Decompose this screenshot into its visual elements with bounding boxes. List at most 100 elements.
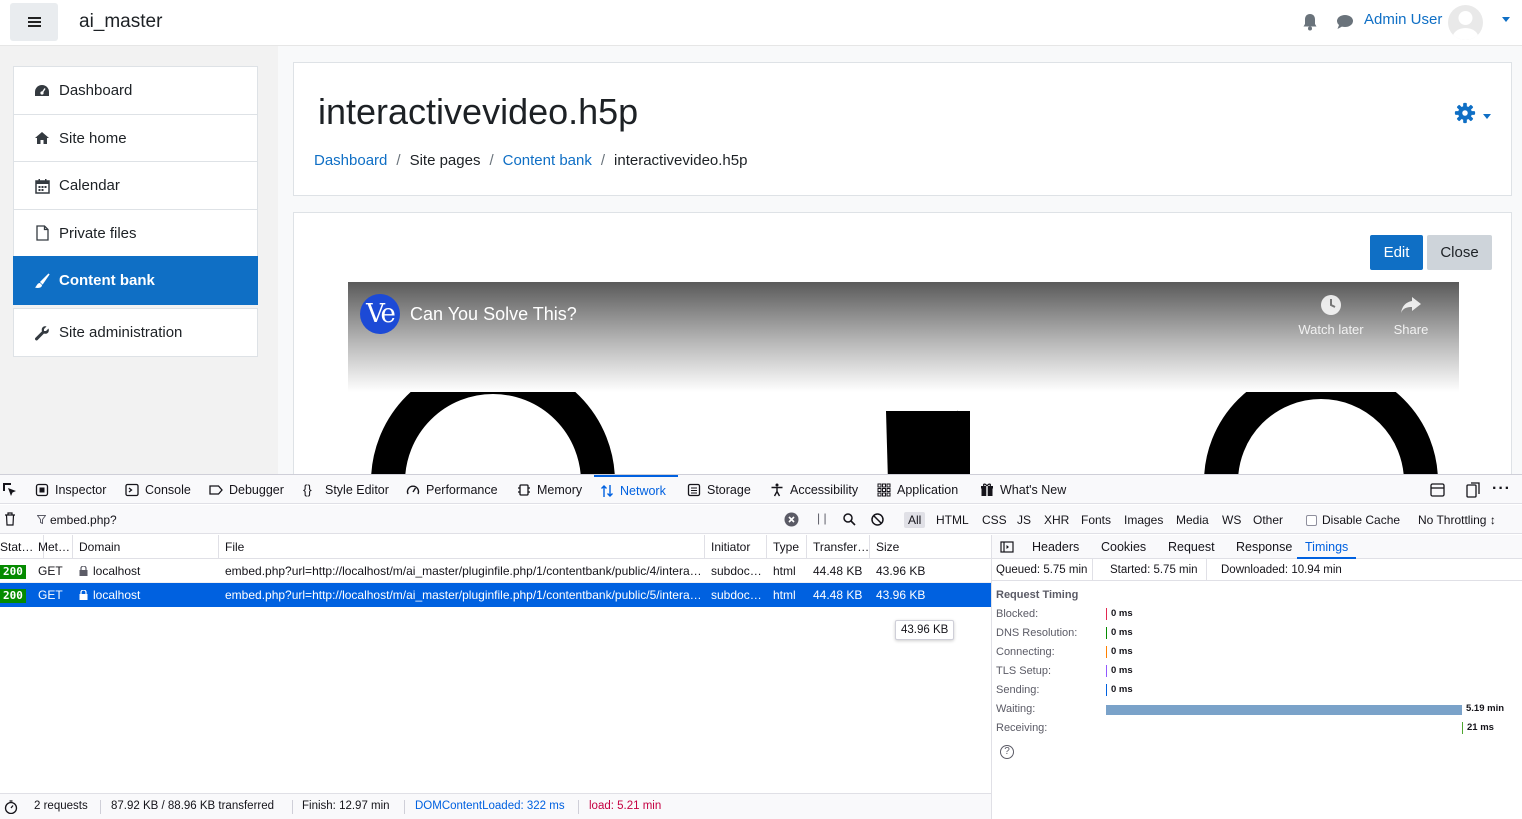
type-filter-ws[interactable]: WS [1218, 512, 1245, 528]
avatar[interactable] [1448, 5, 1483, 40]
tab-timings[interactable]: Timings [1297, 535, 1357, 559]
disable-cache-checkbox[interactable]: Disable Cache [1306, 513, 1400, 527]
lock-icon [79, 566, 88, 576]
search-icon[interactable] [843, 513, 856, 526]
type-filter-html[interactable]: HTML [932, 512, 973, 528]
type-filter-xhr[interactable]: XHR [1040, 512, 1073, 528]
devtools-tab-storage[interactable]: Storage [687, 475, 751, 504]
pause-icon[interactable]: | | [817, 511, 827, 525]
devtools-tab-style-editor[interactable]: {} Style Editor [303, 475, 389, 504]
method-cell: GET [38, 564, 63, 578]
timing-label: Connecting: [996, 646, 1055, 658]
status-cell: 200 [0, 583, 32, 607]
devtools-tab-debugger[interactable]: Debugger [209, 475, 284, 504]
tab-response[interactable]: Response [1236, 535, 1292, 559]
chevron-down-icon[interactable] [1502, 17, 1510, 22]
nav-item-dashboard[interactable]: Dashboard [13, 66, 258, 115]
chevron-down-icon[interactable] [1483, 114, 1491, 119]
table-row[interactable]: 200 GET localhost embed.php?url=http://l… [0, 583, 991, 607]
nav-item-site-administration[interactable]: Site administration [13, 308, 258, 357]
video-player[interactable]: Ve Can You Solve This? Watch later Share [348, 282, 1459, 474]
devtools-tab-network[interactable]: Network [594, 475, 678, 504]
braces-icon: {} [303, 481, 312, 497]
throttling-select[interactable]: No Throttling ↕ [1418, 513, 1496, 527]
nav-item-private-files[interactable]: Private files [13, 209, 258, 257]
channel-avatar[interactable]: Ve [360, 294, 400, 334]
column-domain[interactable]: Domain [73, 535, 219, 559]
type-filter-all[interactable]: All [904, 512, 926, 528]
share-button[interactable]: Share [1386, 294, 1436, 337]
column-file[interactable]: File [219, 535, 705, 559]
devtools-tab-whats-new[interactable]: What's New [980, 475, 1066, 504]
timing-bar [1106, 705, 1462, 715]
type-filter-fonts[interactable]: Fonts [1077, 512, 1115, 528]
column-size[interactable]: Size [870, 535, 991, 559]
tab-headers[interactable]: Headers [1032, 535, 1079, 559]
type-filter-js[interactable]: JS [1013, 512, 1035, 528]
column-type[interactable]: Type [767, 535, 807, 559]
message-icon[interactable] [1336, 14, 1354, 30]
timing-label: Sending: [996, 684, 1040, 696]
gift-icon [981, 483, 993, 496]
divider [404, 800, 405, 814]
hamburger-icon [27, 21, 41, 23]
column-method[interactable]: Met… [32, 535, 73, 559]
column-transferred[interactable]: Transfer… [807, 535, 870, 559]
type-filter-other[interactable]: Other [1249, 512, 1287, 528]
tab-cookies[interactable]: Cookies [1101, 535, 1146, 559]
responsive-design-icon[interactable] [1466, 482, 1481, 498]
type-filter-css[interactable]: CSS [978, 512, 1011, 528]
menu-toggle-button[interactable] [10, 3, 58, 41]
table-row[interactable]: 200 GET localhost embed.php?url=http://l… [0, 559, 991, 583]
breadcrumb-content-bank[interactable]: Content bank [503, 152, 592, 169]
stopwatch-icon[interactable] [4, 800, 18, 814]
details-tabs: Headers Cookies Request Response Timings [992, 535, 1522, 559]
initiator-cell: subdoc… [711, 564, 762, 578]
timing-bar [1106, 608, 1107, 620]
devtools-tab-inspector[interactable]: Inspector [35, 475, 106, 504]
nav-item-site-home[interactable]: Site home [13, 114, 258, 162]
tab-label: Debugger [229, 482, 284, 497]
filter-urls-input[interactable]: embed.php? [50, 513, 117, 527]
devtools-tab-application[interactable]: Application [877, 475, 958, 504]
user-menu-name[interactable]: Admin User [1364, 11, 1442, 28]
load-time: load: 5.21 min [589, 800, 662, 812]
devtools-tab-console[interactable]: Console [125, 475, 191, 504]
devtools-tab-accessibility[interactable]: Accessibility [770, 475, 858, 504]
method-cell: GET [38, 588, 63, 602]
trash-icon[interactable] [4, 512, 16, 526]
devtools-tab-memory[interactable]: Memory [517, 475, 582, 504]
timing-summary: Queued: 5.75 min Started: 5.75 min Downl… [992, 559, 1522, 581]
timing-bar [1106, 646, 1107, 658]
element-picker-icon[interactable] [2, 482, 17, 497]
toggle-panel-icon[interactable] [1000, 541, 1014, 553]
more-options-icon[interactable]: ··· [1492, 480, 1511, 498]
type-filter-images[interactable]: Images [1120, 512, 1167, 528]
breadcrumb-dashboard[interactable]: Dashboard [314, 152, 387, 169]
devtools-tab-performance[interactable]: Performance [406, 475, 498, 504]
help-icon[interactable]: ? [1000, 745, 1014, 759]
column-initiator[interactable]: Initiator [705, 535, 767, 559]
watch-later-button[interactable]: Watch later [1294, 294, 1368, 337]
video-title[interactable]: Can You Solve This? [410, 304, 577, 325]
clear-filter-icon[interactable] [784, 512, 799, 527]
timing-label: DNS Resolution: [996, 627, 1078, 639]
timing-label: Waiting: [996, 703, 1036, 715]
timing-row: Sending: 0 ms [996, 681, 1516, 700]
site-name[interactable]: ai_master [79, 11, 162, 33]
dashboard-icon [34, 83, 50, 99]
tab-request[interactable]: Request [1168, 535, 1215, 559]
network-icon [601, 484, 613, 497]
bell-icon[interactable] [1302, 13, 1318, 31]
close-button[interactable]: Close [1427, 235, 1492, 270]
type-cell: html [773, 588, 796, 602]
edit-button[interactable]: Edit [1370, 235, 1423, 270]
nav-item-label: Dashboard [59, 82, 133, 99]
nav-item-calendar[interactable]: Calendar [13, 161, 258, 210]
type-filter-media[interactable]: Media [1172, 512, 1213, 528]
dock-side-icon[interactable] [1430, 483, 1445, 497]
navbar: ai_master Admin User [0, 0, 1522, 46]
gear-icon[interactable] [1454, 102, 1476, 124]
nav-item-content-bank[interactable]: Content bank [13, 256, 258, 305]
block-icon[interactable] [871, 513, 884, 526]
